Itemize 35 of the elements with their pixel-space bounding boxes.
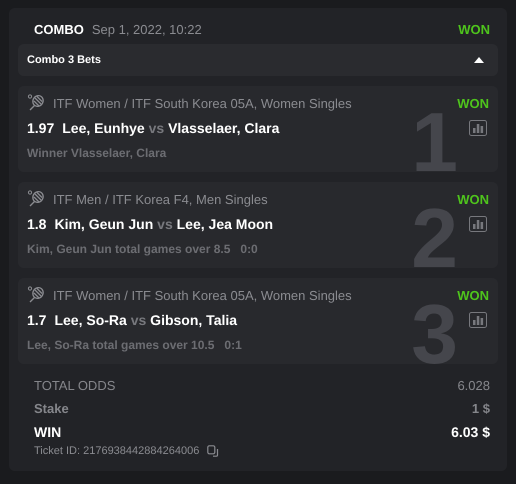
copy-icon [207,445,220,457]
score: 0:0 [240,242,258,256]
odds-value: 1.97 [27,120,54,136]
bet-status: WON [457,96,489,110]
tennis-racket-icon [27,190,45,208]
summary-value: 6.03 $ [451,424,490,440]
bet-status: WON [457,288,489,302]
league-name: ITF Women / ITF South Korea 05A, Women Singles [53,288,353,302]
odds-value: 1.8 [27,216,46,232]
combo-toggle[interactable]: Combo 3 Bets [18,44,498,76]
ticket-id: Ticket ID: 2176938442884264006 [34,445,200,457]
match-teams: Lee, So-Ra vs Gibson, Talia [54,312,238,328]
odds-value: 1.7 [27,312,46,328]
bet-type: COMBO [34,22,84,36]
summary-value: 6.028 [457,378,490,393]
tennis-racket-icon [27,286,45,304]
summary-value: 1 $ [472,401,490,416]
bet-date: Sep 1, 2022, 10:22 [92,22,203,36]
bet-pick: Winner Vlasselaer, Clara [27,146,166,160]
summary-label: WIN [34,424,62,440]
bet-status: WON [458,22,490,36]
bet-status: WON [457,192,489,206]
league-name: ITF Women / ITF South Korea 05A, Women Singles [53,96,353,110]
bet-pick: Lee, So-Ra total games over 10.5 [27,338,214,352]
league-name: ITF Men / ITF Korea F4, Men Singles [53,192,269,206]
summary-label: Stake [34,401,69,416]
stats-icon [469,312,487,328]
stats-icon [469,120,487,136]
match-teams: Kim, Geun Jun vs Lee, Jea Moon [54,216,274,232]
score: 0:1 [224,338,242,352]
tennis-racket-icon [27,94,45,112]
bet-pick: Kim, Geun Jun total games over 8.5 [27,242,230,256]
stats-icon [469,216,487,232]
match-teams: Lee, Eunhye vs Vlasselaer, Clara [62,120,280,136]
summary-label: TOTAL ODDS [34,378,116,393]
